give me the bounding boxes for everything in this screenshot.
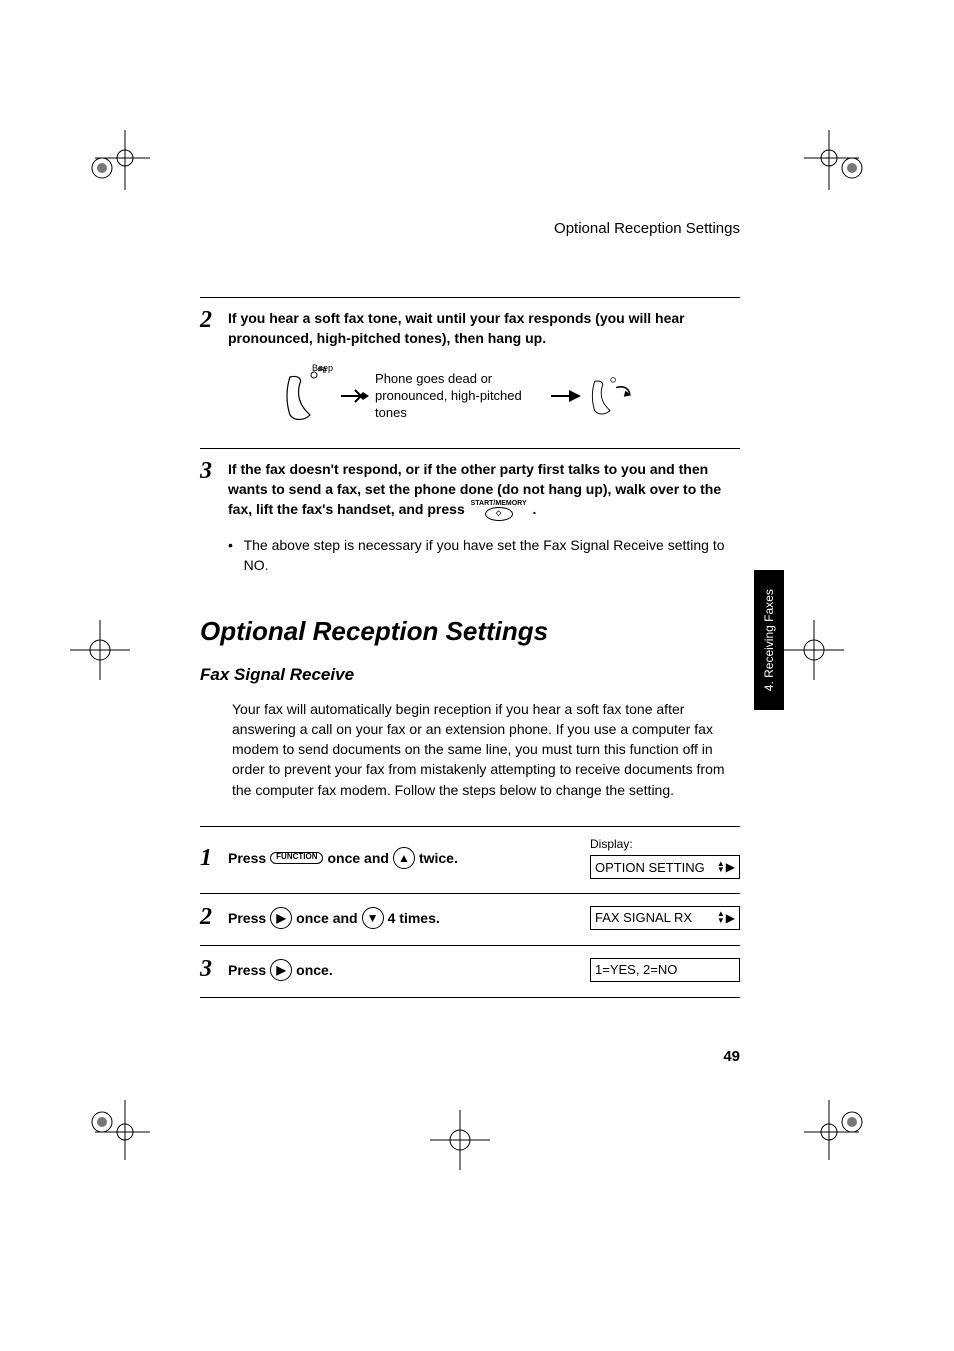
down-button-icon: ▼	[362, 907, 384, 929]
running-header: Optional Reception Settings	[200, 220, 740, 237]
instr-word: Press	[228, 850, 266, 866]
instr-word: once.	[296, 962, 333, 978]
step-instruction: Press ▶ once.	[228, 959, 590, 981]
lcd-display: 1=YES, 2=NO	[590, 958, 740, 982]
registration-mark-icon	[90, 130, 150, 190]
page-number: 49	[200, 1048, 740, 1065]
instr-word: Press	[228, 910, 266, 926]
instr-word: once and	[327, 850, 388, 866]
bullet-text: The above step is necessary if you have …	[244, 535, 740, 576]
lcd-text: OPTION SETTING	[595, 860, 705, 875]
section-subheading: Fax Signal Receive	[200, 665, 740, 685]
section-heading: Optional Reception Settings	[200, 616, 740, 647]
section-paragraph: Your fax will automatically begin recept…	[232, 699, 740, 800]
registration-mark-icon	[804, 1100, 864, 1160]
step-instruction: Press FUNCTION once and ▲ twice.	[228, 847, 590, 869]
lcd-arrows-icon: ▲▼▶	[717, 860, 735, 874]
instr-word: 4 times.	[388, 910, 440, 926]
arrow-right-icon	[551, 386, 581, 406]
step-number: 1	[200, 845, 228, 872]
instr-word: once and	[296, 910, 357, 926]
phone-listening-icon	[280, 367, 326, 425]
chapter-tab: 4. Receiving Faxes	[754, 570, 784, 710]
display-label: Display:	[590, 837, 740, 851]
registration-mark-icon	[784, 620, 844, 680]
start-memory-label: START/MEMORY	[471, 500, 527, 507]
right-button-icon: ▶	[270, 959, 292, 981]
instr-word: Press	[228, 962, 266, 978]
right-button-icon: ▶	[270, 907, 292, 929]
function-button-icon: FUNCTION	[270, 852, 323, 864]
registration-mark-icon	[804, 130, 864, 190]
diagram-caption: Phone goes dead or pronounced, high-pitc…	[375, 371, 545, 422]
step-text: If you hear a soft fax tone, wait until …	[228, 308, 740, 349]
step-text-b: .	[533, 501, 537, 517]
chapter-tab-label: 4. Receiving Faxes	[762, 589, 776, 691]
arrow-right-icon	[339, 386, 369, 406]
step-number: 3	[200, 956, 228, 983]
procedure-table: 1 Press FUNCTION once and ▲ twice. Displ…	[200, 826, 740, 998]
bullet-dot: •	[228, 535, 244, 576]
procedure-step-1: 1 Press FUNCTION once and ▲ twice. Displ…	[200, 827, 740, 893]
start-memory-button-icon: START/MEMORY ◇	[471, 500, 527, 521]
phone-hangup-icon	[587, 367, 633, 425]
lcd-display: FAX SIGNAL RX ▲▼▶	[590, 906, 740, 930]
lcd-text: FAX SIGNAL RX	[595, 910, 692, 925]
step-number: 2	[200, 308, 228, 332]
registration-mark-icon	[430, 1110, 490, 1170]
step-instruction: Press ▶ once and ▼ 4 times.	[228, 907, 590, 929]
registration-mark-icon	[70, 620, 130, 680]
up-button-icon: ▲	[393, 847, 415, 869]
lcd-text: 1=YES, 2=NO	[595, 962, 677, 977]
step-bullet: • The above step is necessary if you hav…	[228, 535, 740, 576]
lcd-arrows-icon: ▲▼▶	[717, 911, 735, 925]
step-text: If the fax doesn't respond, or if the ot…	[228, 459, 740, 521]
procedure-step-2: 2 Press ▶ once and ▼ 4 times. FAX SIGNAL…	[200, 893, 740, 945]
procedure-step-3: 3 Press ▶ once. 1=YES, 2=NO	[200, 945, 740, 997]
step-number: 3	[200, 459, 228, 483]
step-3: 3 If the fax doesn't respond, or if the …	[200, 448, 740, 576]
instr-word: twice.	[419, 850, 458, 866]
registration-mark-icon	[90, 1100, 150, 1160]
lcd-display: OPTION SETTING ▲▼▶	[590, 855, 740, 879]
phone-diagram: Beep Phone goes dead or pronounced, high…	[280, 363, 740, 430]
step-number: 2	[200, 904, 228, 931]
step-2: 2 If you hear a soft fax tone, wait unti…	[200, 297, 740, 430]
